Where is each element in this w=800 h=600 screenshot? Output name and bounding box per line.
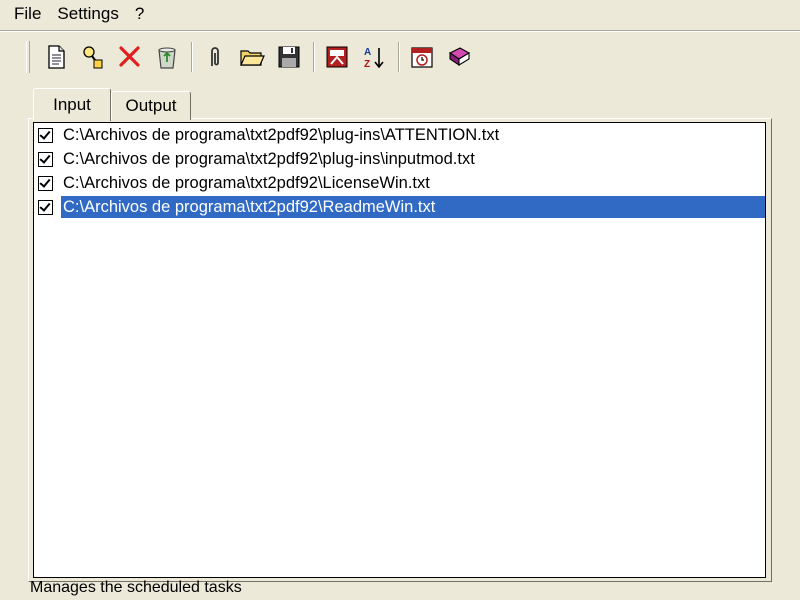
file-path: C:\Archivos de programa\txt2pdf92\Readme… — [61, 196, 765, 218]
book-icon — [448, 47, 471, 67]
menu-separator — [0, 30, 800, 32]
schedule-icon — [411, 47, 433, 68]
menu-bar: File Settings ? — [0, 0, 800, 28]
menu-help[interactable]: ? — [127, 0, 152, 28]
help-book-button[interactable] — [443, 41, 475, 73]
recycle-button[interactable] — [151, 41, 183, 73]
toolbar-separator — [313, 42, 315, 72]
file-checkbox[interactable] — [38, 199, 53, 215]
save-button[interactable] — [273, 41, 305, 73]
file-checkbox[interactable] — [38, 151, 53, 167]
new-button[interactable] — [40, 41, 72, 73]
file-checkbox[interactable] — [38, 175, 53, 191]
svg-text:A: A — [364, 47, 371, 58]
tab-input[interactable]: Input — [33, 88, 111, 121]
file-path: C:\Archivos de programa\txt2pdf92\plug-i… — [63, 126, 500, 144]
menu-settings[interactable]: Settings — [49, 0, 126, 28]
schedule-button[interactable] — [406, 41, 438, 73]
delete-button[interactable] — [114, 41, 146, 73]
toolbar-separator — [398, 42, 400, 72]
file-path: C:\Archivos de programa\txt2pdf92\Licens… — [63, 174, 430, 192]
convert-button[interactable] — [321, 41, 353, 73]
find-button[interactable] — [77, 41, 109, 73]
status-bar: Manages the scheduled tasks — [30, 579, 242, 596]
list-item[interactable]: C:\Archivos de programa\txt2pdf92\Licens… — [34, 171, 765, 195]
toolbar: A Z — [26, 38, 766, 76]
list-item[interactable]: C:\Archivos de programa\txt2pdf92\plug-i… — [34, 147, 765, 171]
menu-file[interactable]: File — [0, 0, 49, 28]
open-folder-icon — [240, 50, 265, 66]
tab-output[interactable]: Output — [111, 91, 191, 120]
file-path: C:\Archivos de programa\txt2pdf92\plug-i… — [63, 150, 475, 168]
toolbar-grip[interactable] — [26, 41, 30, 73]
sort-button[interactable]: A Z — [358, 41, 390, 73]
attach-icon — [211, 47, 219, 66]
file-list[interactable]: C:\Archivos de programa\txt2pdf92\plug-i… — [33, 122, 766, 578]
list-item[interactable]: C:\Archivos de programa\txt2pdf92\plug-i… — [34, 123, 765, 147]
attach-button[interactable] — [199, 41, 231, 73]
convert-pdf-icon — [326, 46, 348, 68]
new-document-icon — [48, 45, 65, 69]
toolbar-separator — [191, 42, 193, 72]
delete-icon — [119, 46, 140, 67]
sort-az-icon: A Z — [364, 47, 384, 70]
find-icon — [83, 46, 103, 69]
file-checkbox[interactable] — [38, 127, 53, 143]
list-item[interactable]: C:\Archivos de programa\txt2pdf92\Readme… — [34, 195, 765, 219]
svg-text:Z: Z — [364, 59, 370, 70]
recycle-icon — [158, 47, 176, 69]
open-button[interactable] — [236, 41, 268, 73]
save-icon — [278, 46, 300, 68]
